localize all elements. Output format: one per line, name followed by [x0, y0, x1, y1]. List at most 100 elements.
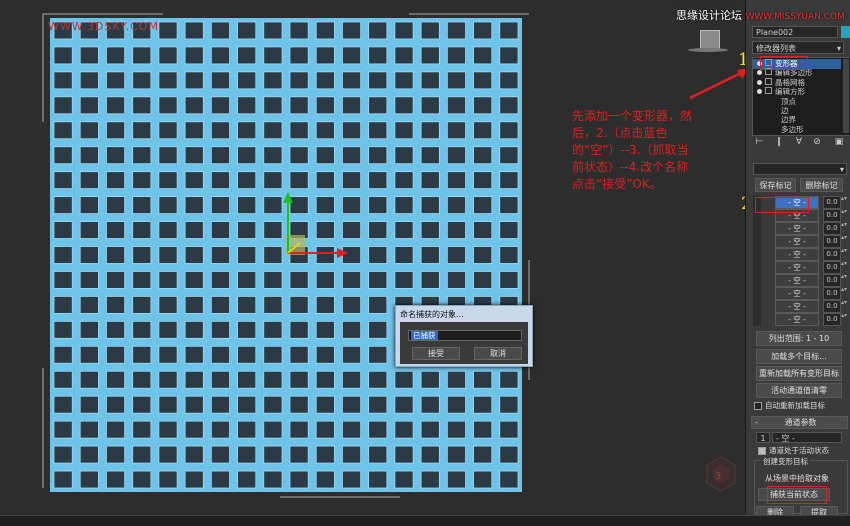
lattice-cell — [158, 271, 178, 289]
modifier-list-dropdown[interactable]: 修改器列表 ▾ — [752, 41, 844, 54]
zero-active-channels-button[interactable]: 活动通道值清零 — [756, 383, 842, 398]
spinner-icon[interactable]: ▴▾ — [841, 196, 847, 207]
lattice-cell — [394, 370, 414, 389]
remove-modifier-icon[interactable]: ⊘ — [812, 137, 822, 147]
lattice-cell — [394, 21, 414, 40]
lattice-cell — [106, 96, 126, 115]
make-unique-icon[interactable]: ∀ — [794, 137, 804, 147]
channel-active-label: 通道处于活动状态 — [769, 446, 829, 455]
channel-value-field[interactable]: 0.0 — [823, 235, 841, 248]
lattice-cell — [132, 246, 152, 264]
pin-stack-icon[interactable]: ⊢ — [754, 137, 764, 147]
channel-slot-button[interactable]: - 空 - — [775, 261, 819, 274]
channel-slot-button[interactable]: - 空 - — [775, 300, 819, 313]
channel-slot-button[interactable]: - 空 - — [775, 222, 819, 235]
show-end-result-icon[interactable]: ❙ — [774, 137, 784, 147]
timeline-bar[interactable] — [0, 515, 850, 526]
spinner-icon[interactable]: ▴▾ — [841, 248, 847, 259]
lattice-cell — [237, 196, 257, 214]
channel-value-field[interactable]: 0.0 — [823, 248, 841, 261]
channel-params-rollout[interactable]: - 通道参数 — [751, 416, 848, 429]
auto-reload-checkbox[interactable]: 自动重新加载目标 — [754, 400, 849, 411]
auto-reload-label: 自动重新加载目标 — [765, 401, 825, 410]
load-multiple-targets-button[interactable]: 加载多个目标... — [756, 349, 842, 364]
lattice-cell — [473, 246, 493, 264]
reload-all-targets-button[interactable]: 重新加载所有变形目标 — [756, 366, 842, 381]
viewcube-ring[interactable] — [688, 48, 728, 52]
configure-sets-icon[interactable]: ▣ — [834, 137, 844, 147]
lattice-cell — [53, 470, 73, 489]
lattice-cell — [210, 246, 230, 264]
lattice-cell — [499, 370, 519, 389]
lattice-cell — [315, 470, 335, 489]
viewcube-icon[interactable] — [700, 30, 720, 50]
lattice-cell — [368, 395, 388, 414]
channel-value-field[interactable]: 0.0 — [823, 313, 841, 326]
spinner-icon[interactable]: ▴▾ — [841, 300, 847, 311]
channel-slot-button[interactable]: - 空 - — [775, 235, 819, 248]
spinner-icon[interactable]: ▴▾ — [841, 274, 847, 285]
pick-from-scene-button[interactable]: 从场景中拾取对象 — [754, 472, 840, 486]
captured-name-input[interactable]: 已捕获 — [408, 330, 522, 341]
lattice-cell — [158, 71, 178, 90]
channel-value-field[interactable]: 0.0 — [823, 300, 841, 313]
viewport[interactable]: WWW.3DSKY.COM 先添加一个变形器，然后，2.（点击蓝色的“空”）--… — [0, 0, 745, 515]
spinner-icon[interactable]: ▴▾ — [841, 209, 847, 220]
lattice-cell — [446, 96, 466, 115]
lattice-cell — [184, 196, 204, 214]
lattice-cell — [263, 445, 283, 464]
channel-slot-button[interactable]: - 空 - — [775, 287, 819, 300]
lattice-cell — [79, 370, 99, 389]
channel-value-field[interactable]: 0.0 — [823, 196, 841, 209]
lattice-cell — [184, 221, 204, 239]
channel-number-field[interactable]: 1 — [756, 432, 770, 443]
lattice-cell — [158, 96, 178, 115]
channel-slot-button[interactable]: - 空 - — [775, 248, 819, 261]
bulb-icon[interactable] — [757, 89, 762, 95]
lattice-cell — [158, 46, 178, 65]
lattice-cell — [368, 21, 388, 40]
channel-value-field[interactable]: 0.0 — [823, 274, 841, 287]
lattice-cell — [368, 320, 388, 339]
object-name-field[interactable]: Plane002 — [752, 26, 838, 38]
lattice-cell — [342, 320, 362, 339]
bulb-icon[interactable] — [757, 70, 762, 76]
lattice-cell — [237, 320, 257, 339]
lattice-cell — [132, 196, 152, 214]
expand-icon[interactable] — [765, 77, 772, 85]
spinner-icon[interactable]: ▴▾ — [841, 261, 847, 272]
object-color-swatch[interactable] — [841, 26, 850, 38]
cancel-button[interactable]: 取消 — [474, 347, 522, 360]
lattice-cell — [315, 146, 335, 165]
highlight-box-stack — [760, 56, 808, 70]
channel-value-field[interactable]: 0.0 — [823, 222, 841, 235]
lattice-cell — [106, 196, 126, 214]
spinner-icon[interactable]: ▴▾ — [841, 287, 847, 298]
spinner-icon[interactable]: ▴▾ — [841, 235, 847, 246]
channel-active-checkbox[interactable]: 通道处于活动状态 — [758, 445, 850, 456]
spinner-icon[interactable]: ▴▾ — [841, 313, 847, 324]
channel-slot-button[interactable]: - 空 - — [775, 313, 819, 326]
bulb-icon[interactable] — [757, 79, 762, 85]
checkbox-box[interactable] — [758, 447, 766, 455]
channel-slot-button[interactable]: - 空 - — [775, 274, 819, 287]
delete-marker-button[interactable]: 删除标记 — [800, 178, 843, 192]
lattice-cell — [368, 370, 388, 389]
lattice-cell — [79, 46, 99, 65]
stack-item[interactable]: 多边形 — [753, 125, 850, 135]
channel-value-field[interactable]: 0.0 — [823, 209, 841, 222]
grid-plane[interactable] — [0, 0, 745, 515]
stack-scrollbar[interactable] — [843, 59, 849, 133]
channel-value-field[interactable]: 0.0 — [823, 287, 841, 300]
accept-button[interactable]: 接受 — [412, 347, 460, 360]
channel-value-field[interactable]: 0.0 — [823, 261, 841, 274]
expand-icon[interactable] — [765, 87, 772, 95]
marker-dropdown[interactable]: ▾ — [753, 163, 847, 175]
lattice-cell — [210, 46, 230, 65]
channel-name-field[interactable]: - 空 - — [772, 432, 842, 443]
lattice-cell — [315, 296, 335, 314]
spinner-icon[interactable]: ▴▾ — [841, 222, 847, 233]
lattice-cell — [420, 271, 440, 289]
save-marker-button[interactable]: 保存标记 — [755, 178, 796, 192]
checkbox-box[interactable] — [754, 402, 762, 410]
